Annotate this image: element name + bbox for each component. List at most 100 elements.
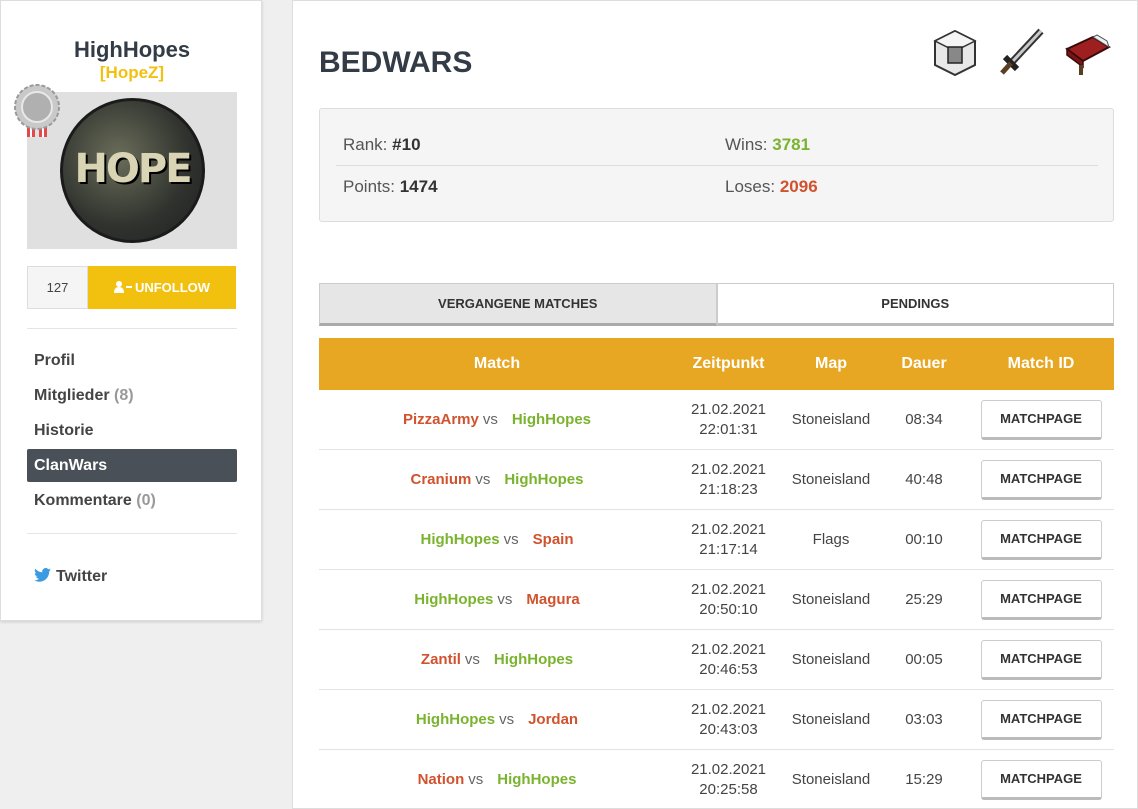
time-cell: 21.02.2021 21:18:23 (675, 460, 782, 500)
col-header-zeitpunkt: Zeitpunkt (692, 355, 765, 372)
team2-name[interactable]: HighHopes (512, 411, 591, 428)
nav-item-kommentare[interactable]: Kommentare (0) (27, 484, 237, 517)
main-panel: BEDWARS Rank: #10 Wins: 3781 Points: 147… (292, 0, 1138, 809)
match-time: 20:43:03 (699, 720, 758, 738)
map-cell: Stoneisland (791, 411, 871, 428)
table-row: Nation vs HighHopes 21.02.2021 20:25:58 Stone… (319, 750, 1114, 809)
match-tabs: VERGANGENE MATCHES PENDINGS (319, 283, 1114, 326)
wins-value: 3781 (772, 135, 811, 154)
time-cell: 21.02.2021 20:50:10 (675, 580, 782, 620)
matches-table: Match Zeitpunkt Map Dauer Match ID Pizza… (319, 338, 1114, 809)
nav-count: (8) (114, 387, 134, 404)
team2-name[interactable]: Spain (533, 531, 574, 548)
match-time: 21:18:23 (699, 480, 758, 498)
matchpage-button[interactable]: MATCHPAGE (980, 639, 1102, 680)
team2-name[interactable]: HighHopes (504, 471, 583, 488)
follower-count: 127 (27, 266, 88, 309)
match-time: 20:25:58 (699, 780, 758, 798)
page-title: BEDWARS (319, 46, 473, 79)
map-cell: Stoneisland (791, 771, 871, 788)
match-id-cell: MATCHPAGE (968, 759, 1114, 800)
match-date: 21.02.2021 (690, 700, 767, 718)
match-id-cell: MATCHPAGE (968, 459, 1114, 500)
clan-tag: [HopeZ] (99, 63, 165, 82)
duration-cell: 15:29 (905, 771, 943, 788)
bed-icon (1063, 27, 1111, 79)
team2-name[interactable]: Jordan (528, 711, 578, 728)
table-header: Match Zeitpunkt Map Dauer Match ID (319, 338, 1114, 390)
duration-cell: 00:10 (905, 531, 943, 548)
rank-value: #10 (392, 135, 421, 154)
team2-name[interactable]: HighHopes (497, 771, 576, 788)
match-date: 21.02.2021 (690, 580, 767, 598)
match-time: 21:17:14 (699, 540, 758, 558)
nav-label: Historie (34, 422, 94, 439)
match-cell: Cranium vs HighHopes (319, 471, 675, 488)
twitter-icon (34, 568, 51, 582)
matchpage-button[interactable]: MATCHPAGE (980, 459, 1102, 500)
duration-cell: 40:48 (905, 471, 943, 488)
unfollow-button[interactable]: UNFOLLOW (88, 266, 236, 309)
nav-item-profil[interactable]: Profil (27, 344, 237, 377)
map-cell: Stoneisland (791, 471, 871, 488)
col-header-map: Map (815, 355, 847, 372)
match-cell: HighHopes vs Magura (319, 591, 675, 608)
stat-points: Points: 1474 (343, 177, 438, 196)
match-id-cell: MATCHPAGE (968, 399, 1114, 440)
vs-label: vs (464, 651, 480, 668)
twitter-link[interactable]: Twitter (34, 568, 107, 586)
duration-cell: 25:29 (905, 591, 943, 608)
team1-name[interactable]: Zantil (421, 651, 461, 668)
match-id-cell: MATCHPAGE (968, 639, 1114, 680)
team1-name[interactable]: PizzaArmy (403, 411, 479, 428)
nav-item-clanwars[interactable]: ClanWars (27, 449, 237, 482)
stats-box: Rank: #10 Wins: 3781 Points: 1474 Loses:… (319, 108, 1114, 222)
team1-name[interactable]: Cranium (410, 471, 471, 488)
team1-name[interactable]: Nation (418, 771, 465, 788)
time-cell: 21.02.2021 20:25:58 (675, 760, 782, 800)
time-cell: 21.02.2021 20:43:03 (675, 700, 782, 740)
vs-label: vs (468, 771, 484, 788)
nav-label: Kommentare (34, 492, 132, 509)
stat-wins: Wins: 3781 (725, 135, 811, 154)
match-id-cell: MATCHPAGE (968, 519, 1114, 560)
nav-item-historie[interactable]: Historie (27, 414, 237, 447)
team1-name[interactable]: HighHopes (414, 591, 493, 608)
points-value: 1474 (399, 177, 438, 196)
match-time: 20:50:10 (699, 600, 758, 618)
matchpage-button[interactable]: MATCHPAGE (980, 699, 1102, 740)
time-cell: 21.02.2021 22:01:31 (675, 400, 782, 440)
stat-rank: Rank: #10 (343, 135, 421, 154)
table-row: HighHopes vs Magura 21.02.2021 20:50:10 Stone… (319, 570, 1114, 630)
table-body: PizzaArmy vs HighHopes 21.02.2021 22:01:31 St… (319, 390, 1114, 809)
sword-icon (997, 27, 1045, 79)
vs-label: vs (482, 411, 498, 428)
matchpage-button[interactable]: MATCHPAGE (980, 579, 1102, 620)
block-icon (931, 27, 979, 79)
team2-name[interactable]: Magura (526, 591, 579, 608)
matchpage-button[interactable]: MATCHPAGE (980, 399, 1102, 440)
team2-name[interactable]: HighHopes (494, 651, 573, 668)
match-id-cell: MATCHPAGE (968, 579, 1114, 620)
tab-pendings[interactable]: PENDINGS (716, 283, 1114, 326)
avatar: HOPE (60, 98, 205, 243)
nav-item-mitglieder[interactable]: Mitglieder (8) (27, 379, 237, 412)
table-row: HighHopes vs Spain 21.02.2021 21:17:14 Flags 0… (319, 510, 1114, 570)
map-cell: Stoneisland (791, 591, 871, 608)
team1-name[interactable]: HighHopes (416, 711, 495, 728)
time-cell: 21.02.2021 20:46:53 (675, 640, 782, 680)
map-cell: Stoneisland (791, 711, 871, 728)
matchpage-button[interactable]: MATCHPAGE (980, 759, 1102, 800)
map-cell: Stoneisland (791, 651, 871, 668)
tab-vergangene-matches[interactable]: VERGANGENE MATCHES (319, 283, 717, 326)
nav-label: Mitglieder (34, 387, 110, 404)
table-row: Cranium vs HighHopes 21.02.2021 21:18:23 Ston… (319, 450, 1114, 510)
match-cell: Zantil vs HighHopes (319, 651, 675, 668)
team1-name[interactable]: HighHopes (420, 531, 499, 548)
match-date: 21.02.2021 (690, 640, 767, 658)
match-cell: HighHopes vs Spain (319, 531, 675, 548)
unfollow-label: UNFOLLOW (134, 280, 211, 295)
matchpage-button[interactable]: MATCHPAGE (980, 519, 1102, 560)
duration-cell: 00:05 (905, 651, 943, 668)
nav-label: Profil (34, 352, 75, 369)
